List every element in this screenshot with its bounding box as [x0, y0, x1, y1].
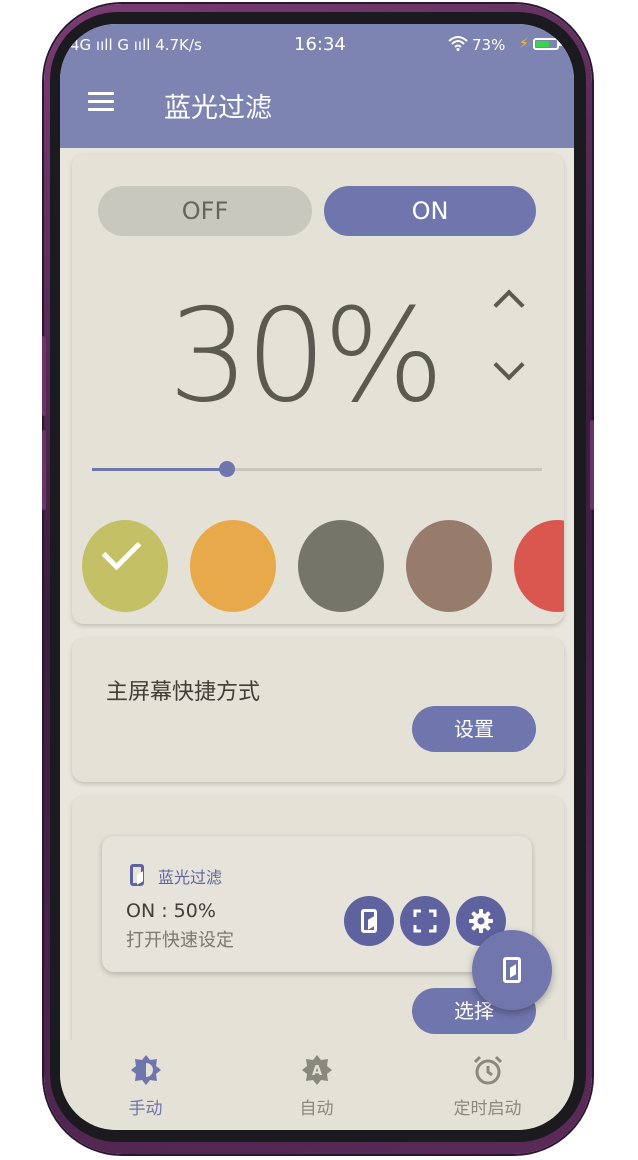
on-toggle-button[interactable]: ON [324, 186, 536, 236]
color-swatch[interactable] [190, 520, 276, 612]
bottom-navigation: 手动 A 自动 定时启动 [60, 1040, 574, 1130]
auto-icon: A [302, 1055, 332, 1085]
intensity-slider-thumb[interactable] [219, 461, 235, 477]
charging-icon: ⚡ [519, 36, 529, 52]
color-swatch[interactable] [82, 520, 168, 612]
fullscreen-icon [413, 909, 437, 933]
floating-action-button[interactable] [472, 930, 552, 1010]
filter-phone-icon [130, 864, 144, 886]
hamburger-menu-icon[interactable] [88, 92, 114, 112]
shortcut-title: 主屏幕快捷方式 [106, 680, 261, 705]
nav-manual-label: 手动 [128, 1099, 163, 1119]
app-screen: 4G ııll G ııll 4.7K/s 16:34 73% ⚡ 蓝光过滤 O… [60, 24, 574, 1130]
settings-gear-icon [469, 909, 493, 933]
battery-level [536, 41, 550, 47]
color-swatch[interactable] [298, 520, 384, 612]
widget-status: ON : 50% [126, 900, 216, 922]
home-shortcut-card: 主屏幕快捷方式 设置 [72, 638, 564, 782]
alarm-clock-icon [473, 1055, 503, 1085]
widget-quick-settings: 打开快速设定 [126, 930, 234, 951]
nav-manual-tab[interactable]: 手动 [60, 1040, 231, 1130]
intensity-value: 30% [168, 282, 444, 431]
widget-filter-button[interactable] [344, 896, 394, 946]
brightness-icon [131, 1055, 161, 1085]
app-bar: 蓝光过滤 [60, 62, 574, 148]
nav-auto-label: 自动 [299, 1099, 334, 1119]
volume-button [42, 430, 46, 510]
widget-title: 蓝光过滤 [158, 868, 223, 887]
svg-text:A: A [312, 1064, 322, 1079]
off-toggle-button[interactable]: OFF [98, 186, 312, 236]
battery-percent: 73% [472, 36, 506, 54]
setup-button[interactable]: 设置 [412, 706, 536, 752]
color-swatch[interactable] [406, 520, 492, 612]
nav-auto-tab[interactable]: A 自动 [231, 1040, 402, 1130]
volume-button [42, 336, 46, 416]
filter-phone-icon [503, 957, 521, 983]
wifi-icon [448, 36, 468, 51]
widget-preview: 蓝光过滤 ON : 50% 打开快速设定 [102, 836, 532, 972]
widget-fullscreen-button[interactable] [400, 896, 450, 946]
app-title: 蓝光过滤 [164, 93, 272, 124]
nav-schedule-label: 定时启动 [453, 1099, 522, 1119]
battery-icon [533, 38, 562, 50]
power-button [590, 420, 594, 510]
filter-phone-icon [361, 909, 377, 933]
nav-schedule-tab[interactable]: 定时启动 [402, 1040, 573, 1130]
checkmark-icon [101, 530, 142, 571]
intensity-slider-fill [92, 468, 227, 471]
network-status: 4G ııll G ııll 4.7K/s [70, 36, 202, 54]
status-bar: 4G ııll G ııll 4.7K/s 16:34 73% ⚡ [60, 24, 574, 64]
clock: 16:34 [294, 34, 346, 55]
